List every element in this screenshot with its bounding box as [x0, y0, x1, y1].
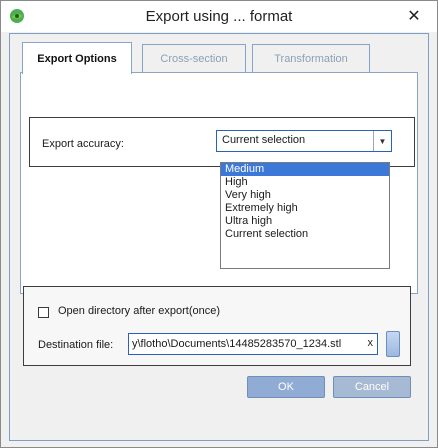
destination-file-input[interactable]: y\flotho\Documents\14485283570_1234.stl … — [128, 333, 378, 355]
close-icon: ✕ — [407, 8, 421, 25]
tab-label: Transformation — [274, 52, 348, 65]
tab-transformation[interactable]: Transformation — [252, 44, 370, 72]
accuracy-dropdown-list: Medium High Very high Extremely high Ult… — [220, 162, 390, 269]
cancel-button[interactable]: Cancel — [333, 376, 411, 398]
open-directory-checkbox[interactable] — [38, 307, 49, 318]
tab-export-options[interactable]: Export Options — [22, 42, 132, 74]
accuracy-selected-value: Current selection — [222, 134, 306, 146]
close-button[interactable]: ✕ — [391, 1, 437, 31]
option-extremely-high[interactable]: Extremely high — [221, 202, 389, 215]
browse-button[interactable] — [386, 331, 400, 357]
ok-button[interactable]: OK — [247, 376, 325, 398]
destination-label: Destination file: — [38, 339, 114, 351]
option-medium[interactable]: Medium — [221, 163, 389, 176]
accuracy-group: Export accuracy: Current selection ▼ — [29, 117, 415, 167]
accuracy-select[interactable]: Current selection ▼ — [216, 130, 392, 152]
export-settings-group: Open directory after export(once) Destin… — [23, 286, 411, 366]
option-current-selection[interactable]: Current selection — [221, 228, 389, 241]
destination-file-value: y\flotho\Documents\14485283570_1234.stl — [132, 338, 342, 350]
option-very-high[interactable]: Very high — [221, 189, 389, 202]
export-dialog: Export using ... format ✕ Export Options… — [0, 0, 438, 448]
tab-label: Cross-section — [160, 52, 228, 65]
tab-cross-section[interactable]: Cross-section — [142, 44, 246, 72]
window-title: Export using ... format — [145, 8, 293, 25]
clear-path-icon[interactable]: x — [368, 337, 374, 349]
title-bar[interactable]: Export using ... format ✕ — [1, 1, 437, 32]
option-high[interactable]: High — [221, 176, 389, 189]
accuracy-label: Export accuracy: — [42, 138, 124, 150]
tab-label: Export Options — [37, 52, 117, 65]
open-directory-label[interactable]: Open directory after export(once) — [58, 305, 220, 317]
chevron-down-icon[interactable]: ▼ — [373, 131, 391, 151]
option-ultra-high[interactable]: Ultra high — [221, 215, 389, 228]
